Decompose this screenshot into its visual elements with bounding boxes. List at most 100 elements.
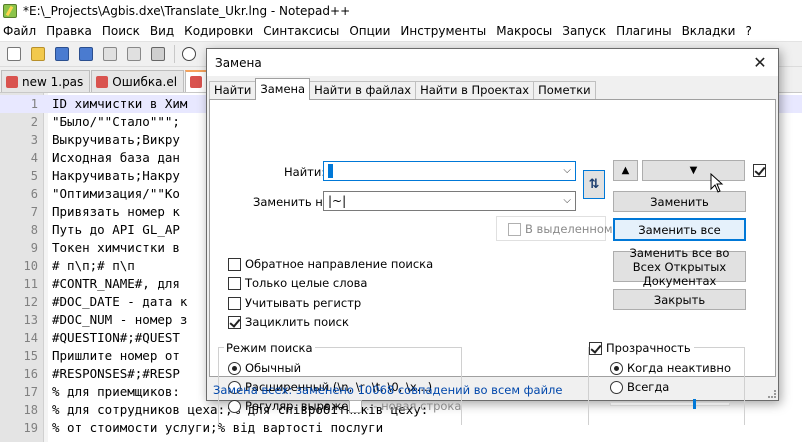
- mouse-pointer-icon: [710, 173, 724, 193]
- notepadpp-icon: [3, 3, 17, 18]
- tab-label: new 1.pas: [22, 74, 84, 89]
- replace-all-button[interactable]: Заменить все: [613, 218, 746, 241]
- line-text: "Было/""Стало""";: [52, 114, 180, 129]
- radio-selected-icon: [228, 361, 241, 375]
- dot-matches-newline-checkbox[interactable]: . - новая строка: [349, 399, 461, 413]
- tab-new-1[interactable]: new 1.pas: [1, 70, 91, 92]
- menu-tools[interactable]: Инструменты: [395, 21, 491, 41]
- line-number: 6: [30, 187, 38, 201]
- dot-matches-newline-label: . - новая строка: [366, 399, 462, 413]
- search-up-button[interactable]: ▲: [613, 160, 638, 181]
- whole-word-label: Только целые слова: [245, 276, 368, 290]
- notepadpp-window: *E:\_Projects\Agbis.dxe\Translate_Ukr.ln…: [0, 0, 802, 442]
- save-all-button[interactable]: [75, 43, 97, 65]
- menu-plugins[interactable]: Плагины: [611, 21, 676, 41]
- line-number: 10: [23, 259, 38, 273]
- print-icon: [151, 47, 165, 61]
- radio-selected-icon: [610, 361, 623, 375]
- line-number: 13: [23, 313, 38, 327]
- line-text: ID химчистки в Хим: [52, 96, 188, 111]
- menu-help[interactable]: ?: [740, 21, 756, 41]
- line-number: 4: [30, 151, 38, 165]
- dialog-close-button[interactable]: ✕: [744, 50, 776, 74]
- window-title: *E:\_Projects\Agbis.dxe\Translate_Ukr.ln…: [23, 3, 351, 18]
- menu-search[interactable]: Поиск: [97, 21, 145, 41]
- match-case-checkbox[interactable]: Учитывать регистр: [228, 296, 361, 310]
- search-mode-normal-radio[interactable]: Обычный: [228, 361, 301, 375]
- menu-settings[interactable]: Опции: [344, 21, 395, 41]
- print-button[interactable]: [147, 43, 169, 65]
- tab-replace[interactable]: Замена: [255, 78, 311, 100]
- replace-dialog: Замена ✕ Найти Замена Найти в файлах Най…: [206, 48, 779, 425]
- menu-edit[interactable]: Правка: [41, 21, 97, 41]
- tab-label: Ошибка.el: [112, 74, 178, 89]
- find-input[interactable]: ⌵: [323, 161, 576, 181]
- cut-button[interactable]: [178, 43, 200, 65]
- checkbox-checked-icon: [753, 164, 766, 177]
- new-file-button[interactable]: [3, 43, 25, 65]
- wrap-around-checkbox[interactable]: Зациклить поиск: [228, 315, 349, 329]
- chevron-down-icon[interactable]: ⌵: [563, 162, 571, 180]
- replace-input[interactable]: |~| ⌵: [323, 191, 576, 211]
- match-case-label: Учитывать регистр: [245, 296, 362, 310]
- whole-word-checkbox[interactable]: Только целые слова: [228, 276, 367, 290]
- line-number: 2: [30, 115, 38, 129]
- close-dialog-button[interactable]: Закрыть: [613, 289, 746, 310]
- replace-all-open-docs-button[interactable]: Заменить все во Всех Открытых Документах: [613, 246, 746, 288]
- transparency-inactive-label: Когда неактивно: [627, 361, 731, 375]
- open-file-button[interactable]: [27, 43, 49, 65]
- line-text: Исходная база дан: [52, 150, 180, 165]
- file-modified-icon: [96, 75, 109, 88]
- in-selection-label: В выделенном: [525, 222, 613, 236]
- line-number: 11: [23, 277, 38, 291]
- title-bar: *E:\_Projects\Agbis.dxe\Translate_Ukr.ln…: [0, 0, 802, 21]
- replace-button[interactable]: Заменить: [613, 191, 746, 212]
- text-cursor: [328, 163, 333, 178]
- resize-grip-icon[interactable]: [768, 390, 776, 398]
- line-text: Пришлите номер от: [52, 348, 180, 363]
- dialog-title-bar: Замена: [207, 49, 778, 76]
- line-number: 15: [23, 349, 38, 363]
- close-all-button[interactable]: [123, 43, 145, 65]
- line-number: 17: [23, 385, 38, 399]
- checkbox-unchecked-icon: [508, 222, 521, 236]
- tab-find[interactable]: Найти: [209, 81, 257, 100]
- menu-encoding[interactable]: Кодировки: [179, 21, 258, 41]
- transparency-checkbox[interactable]: Прозрачность: [589, 341, 694, 355]
- checkbox-checked-icon: [228, 315, 241, 329]
- tab-find-in-projects[interactable]: Найти в Проектах: [415, 81, 535, 100]
- backward-direction-checkbox[interactable]: Обратное направление поиска: [228, 257, 433, 271]
- dialog-title: Замена: [215, 55, 262, 70]
- transparency-slider-thumb[interactable]: [693, 399, 696, 409]
- line-text: #DOC_NUM - номер з: [52, 312, 188, 327]
- search-down-button[interactable]: ▼: [642, 160, 745, 181]
- close-all-icon: [127, 47, 141, 61]
- menu-view[interactable]: Вид: [145, 21, 179, 41]
- scissors-icon: [182, 47, 196, 61]
- wrap-around-label: Зациклить поиск: [245, 315, 349, 329]
- transparency-inactive-radio[interactable]: Когда неактивно: [610, 361, 731, 375]
- close-file-button[interactable]: [99, 43, 121, 65]
- line-number: 12: [23, 295, 38, 309]
- menu-language[interactable]: Синтаксисы: [258, 21, 344, 41]
- line-number: 5: [30, 169, 38, 183]
- close-icon: ✕: [753, 52, 767, 72]
- tab-mark[interactable]: Пометки: [533, 81, 596, 100]
- chevron-down-icon[interactable]: ⌵: [563, 192, 571, 210]
- menu-file[interactable]: Файл: [0, 21, 41, 41]
- swap-find-replace-button[interactable]: ⇅: [583, 170, 605, 199]
- search-mode-regex-radio[interactable]: Регуляр. выражен.: [228, 399, 360, 413]
- tab-error[interactable]: Ошибка.el: [91, 70, 185, 92]
- menu-macro[interactable]: Макросы: [491, 21, 557, 41]
- toolbar-separator: [174, 45, 175, 63]
- search-direction-checkbox[interactable]: [753, 164, 770, 177]
- replace-value: |~|: [328, 194, 347, 208]
- transparency-slider-track[interactable]: [610, 402, 730, 406]
- menu-window[interactable]: Вкладки: [677, 21, 741, 41]
- in-selection-checkbox[interactable]: В выделенном: [508, 222, 613, 236]
- tab-find-in-files[interactable]: Найти в файлах: [309, 81, 417, 100]
- save-button[interactable]: [51, 43, 73, 65]
- menu-run[interactable]: Запуск: [557, 21, 611, 41]
- checkbox-unchecked-icon: [228, 257, 241, 271]
- folder-icon: [31, 47, 45, 61]
